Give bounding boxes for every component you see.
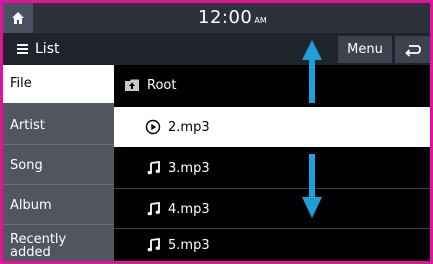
category-album[interactable]: Album (3, 187, 114, 225)
list-item[interactable]: 5.mp3 (114, 229, 430, 261)
list-item-root[interactable]: Root (114, 65, 430, 105)
home-button[interactable] (3, 3, 33, 33)
scroll-down-arrow (302, 154, 322, 218)
list-item-playing[interactable]: 2.mp3 (114, 107, 430, 147)
list-item-label: 3.mp3 (168, 160, 210, 176)
list-item-label: 5.mp3 (168, 237, 210, 253)
file-list: Root 2.mp3 3.mp3 4.mp3 5.mp3 (114, 65, 430, 261)
category-song[interactable]: Song (3, 147, 114, 185)
clock-time: 12:00 (198, 7, 253, 28)
list-icon (17, 43, 28, 55)
category-label: Artist (10, 118, 45, 133)
category-label: Recently added (10, 232, 67, 260)
clock-ampm: AM (254, 16, 267, 25)
category-menu: File Artist Song Album Recently added (3, 65, 114, 261)
category-file[interactable]: File (3, 65, 114, 103)
menu-button[interactable]: Menu (338, 36, 392, 63)
category-label: Song (10, 158, 43, 173)
media-list-screen: 12:00 AM List Menu File Artist Song Albu… (3, 3, 430, 261)
list-item[interactable]: 4.mp3 (114, 189, 430, 229)
page-title: List (17, 41, 59, 57)
folder-up-icon (124, 78, 140, 92)
list-item[interactable]: 3.mp3 (114, 148, 430, 188)
page-title-text: List (35, 41, 60, 57)
scroll-up-arrow (302, 40, 322, 103)
list-item-label: Root (147, 77, 177, 93)
category-artist[interactable]: Artist (3, 107, 114, 145)
category-label: Album (10, 198, 52, 213)
category-label: File (10, 76, 32, 91)
list-item-label: 4.mp3 (168, 201, 210, 217)
home-icon (12, 12, 24, 24)
music-note-icon (147, 202, 161, 216)
music-note-icon (147, 238, 161, 252)
back-arrow-icon (404, 44, 421, 57)
list-item-label: 2.mp3 (168, 119, 210, 135)
play-circle-icon (145, 119, 161, 135)
clock: 12:00 AM (198, 7, 267, 32)
status-bar: 12:00 AM (3, 3, 430, 33)
music-note-icon (147, 161, 161, 175)
category-recently-added[interactable]: Recently added (3, 227, 114, 261)
title-bar: List Menu (3, 33, 430, 65)
back-button[interactable] (395, 36, 430, 63)
